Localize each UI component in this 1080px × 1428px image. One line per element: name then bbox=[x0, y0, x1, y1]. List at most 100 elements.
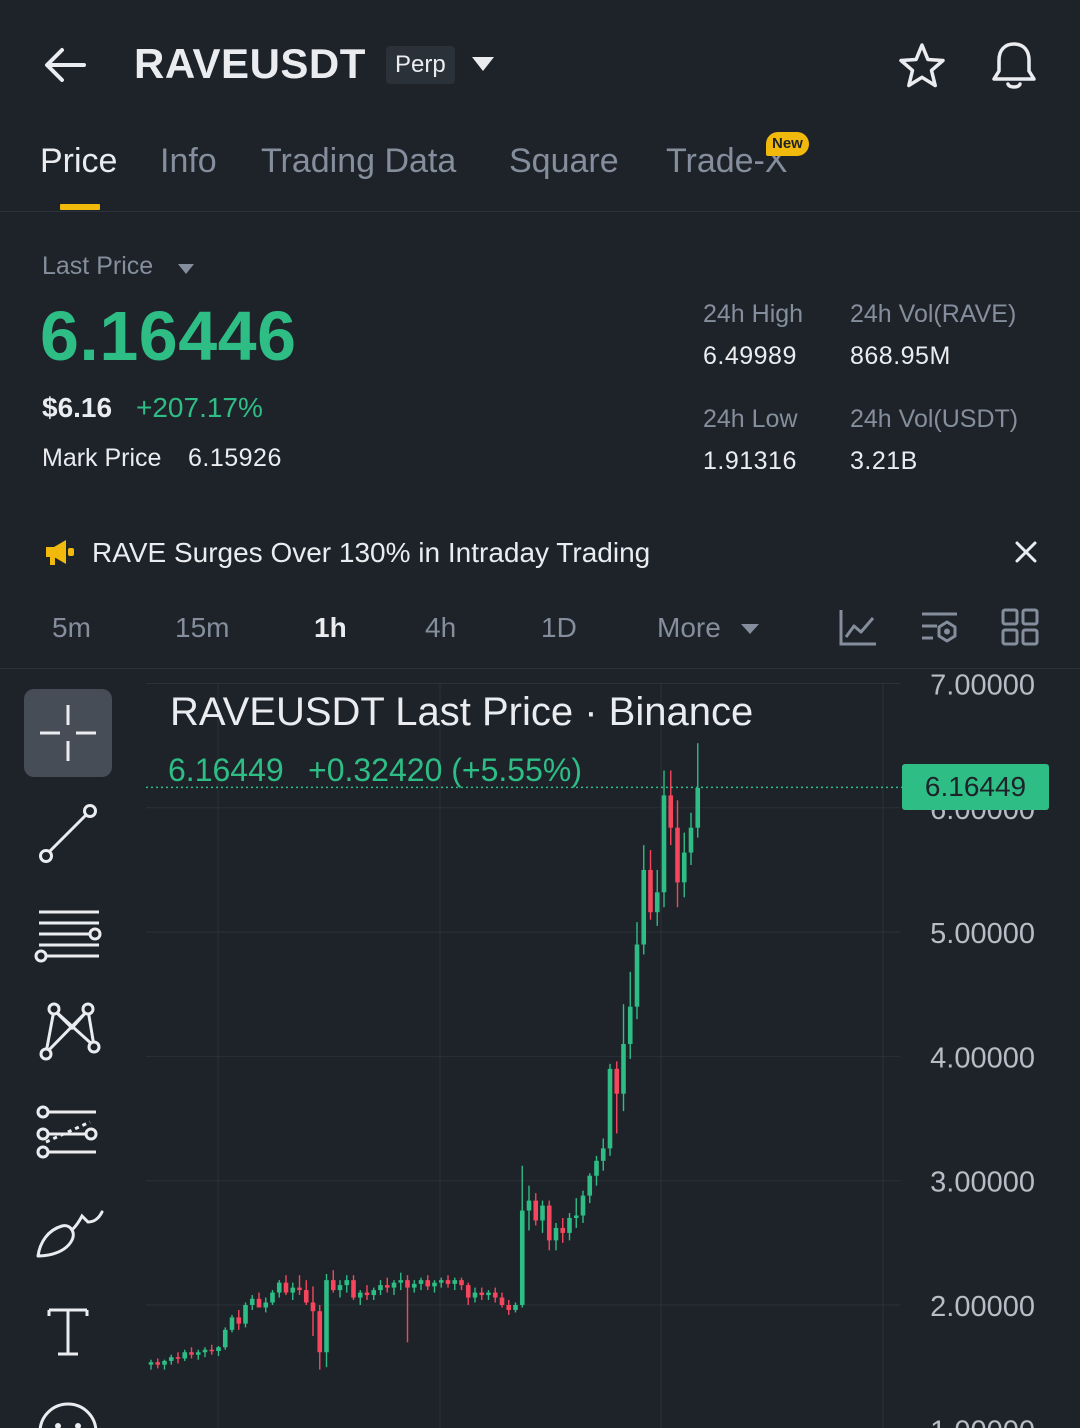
candle-body bbox=[445, 1280, 451, 1284]
candle-body bbox=[256, 1298, 262, 1308]
candle-body bbox=[432, 1282, 437, 1287]
star-icon[interactable] bbox=[896, 40, 948, 92]
candle-body bbox=[513, 1305, 518, 1310]
chart-legend-change: +0.32420 (+5.55%) bbox=[308, 752, 582, 788]
candle-body bbox=[371, 1290, 377, 1296]
interval-1h[interactable]: 1h bbox=[314, 612, 347, 644]
candle-body bbox=[216, 1347, 221, 1351]
candle-body bbox=[634, 944, 640, 1007]
last-price-selector[interactable]: Last Price bbox=[42, 252, 153, 281]
candle-body bbox=[526, 1200, 532, 1211]
vol-base-label: 24h Vol(RAVE) bbox=[850, 300, 1017, 328]
candle-body bbox=[222, 1329, 228, 1348]
candle-body bbox=[425, 1280, 431, 1287]
candle-body bbox=[236, 1317, 242, 1324]
candle-body bbox=[600, 1148, 606, 1161]
close-icon[interactable] bbox=[1012, 538, 1040, 566]
candle-body bbox=[162, 1360, 167, 1365]
interval-15m[interactable]: 15m bbox=[175, 612, 229, 644]
crosshair-tool-icon[interactable] bbox=[24, 689, 112, 777]
candle-body bbox=[283, 1282, 289, 1293]
candle-body bbox=[330, 1280, 336, 1291]
candle-body bbox=[317, 1311, 323, 1353]
trend-line-tool-icon[interactable] bbox=[24, 790, 112, 878]
pair-title[interactable]: RAVEUSDT bbox=[134, 40, 366, 88]
candle-body bbox=[681, 852, 687, 883]
candle-body bbox=[411, 1283, 417, 1288]
candle-body bbox=[654, 892, 660, 913]
caret-down-icon[interactable] bbox=[740, 622, 760, 634]
candle-body bbox=[398, 1280, 404, 1283]
vol-quote-value: 3.21B bbox=[850, 447, 918, 475]
high-24h-value: 6.49989 bbox=[703, 342, 797, 370]
mark-price-value: 6.15926 bbox=[188, 444, 282, 472]
tab-info[interactable]: Info bbox=[160, 142, 217, 181]
candle-body bbox=[344, 1280, 350, 1286]
candle-body bbox=[675, 827, 680, 883]
emoji-tool-icon[interactable] bbox=[24, 1386, 112, 1428]
candle-body bbox=[486, 1292, 491, 1296]
candle-body bbox=[641, 869, 647, 945]
candle-body bbox=[405, 1280, 410, 1288]
top-bar: RAVEUSDT Perp bbox=[0, 0, 1080, 130]
candle-body bbox=[155, 1362, 161, 1365]
candle-body bbox=[519, 1210, 525, 1305]
candle-body bbox=[479, 1292, 485, 1296]
layout-grid-icon[interactable] bbox=[1000, 606, 1040, 648]
y-tick-label: 1.00000 bbox=[930, 1415, 1035, 1428]
low-24h-value: 1.91316 bbox=[703, 447, 797, 475]
candle-body bbox=[573, 1215, 579, 1218]
chart-legend-close: 6.16449 bbox=[168, 752, 284, 788]
candle-body bbox=[465, 1285, 471, 1298]
candle-body bbox=[378, 1285, 383, 1291]
candle-body bbox=[553, 1227, 559, 1241]
interval-1d[interactable]: 1D bbox=[541, 612, 577, 644]
main-tabs: Price Info Trading Data Square Trade-X bbox=[0, 130, 1080, 212]
bell-icon[interactable] bbox=[988, 38, 1040, 92]
candle-body bbox=[587, 1175, 593, 1196]
interval-4h[interactable]: 4h bbox=[425, 612, 456, 644]
caret-down-icon[interactable] bbox=[178, 261, 194, 274]
indicator-chart-icon[interactable] bbox=[838, 606, 878, 648]
candle-body bbox=[567, 1217, 572, 1233]
megaphone-icon bbox=[44, 536, 76, 568]
y-tick-label: 7.00000 bbox=[930, 670, 1035, 702]
tab-price[interactable]: Price bbox=[40, 142, 117, 181]
chart-settings-icon[interactable] bbox=[919, 606, 959, 648]
tab-trading-data[interactable]: Trading Data bbox=[261, 142, 456, 181]
caret-down-icon[interactable] bbox=[470, 54, 496, 74]
candle-body bbox=[472, 1292, 478, 1298]
tab-square[interactable]: Square bbox=[509, 142, 619, 181]
interval-5m[interactable]: 5m bbox=[52, 612, 91, 644]
back-arrow-icon[interactable] bbox=[40, 40, 90, 90]
candle-body bbox=[499, 1297, 505, 1305]
projection-tool-icon[interactable] bbox=[24, 1090, 112, 1178]
vol-base-value: 868.95M bbox=[850, 342, 951, 370]
candle-body bbox=[189, 1352, 194, 1355]
brush-tool-icon[interactable] bbox=[24, 1190, 112, 1278]
last-price-tag: 6.16449 bbox=[902, 764, 1049, 810]
candle-body bbox=[580, 1195, 586, 1216]
candle-body bbox=[290, 1287, 296, 1293]
news-headline[interactable]: RAVE Surges Over 130% in Intraday Tradin… bbox=[92, 537, 650, 569]
candle-body bbox=[533, 1200, 539, 1221]
y-tick-label: 4.00000 bbox=[930, 1042, 1035, 1074]
pattern-tool-icon[interactable] bbox=[24, 988, 112, 1076]
candle-body bbox=[243, 1305, 248, 1324]
candle-body bbox=[202, 1349, 208, 1353]
y-tick-label: 3.00000 bbox=[930, 1167, 1035, 1199]
candle-body bbox=[668, 795, 674, 828]
candle-body bbox=[168, 1357, 174, 1361]
candle-body bbox=[688, 827, 694, 853]
candle-body bbox=[492, 1292, 498, 1298]
candle-body bbox=[175, 1357, 181, 1359]
candle-body bbox=[540, 1205, 545, 1221]
text-tool-icon[interactable] bbox=[24, 1288, 112, 1376]
candle-body bbox=[607, 1068, 613, 1149]
candle-body bbox=[337, 1285, 343, 1291]
interval-more[interactable]: More bbox=[657, 612, 721, 644]
candle-body bbox=[310, 1302, 316, 1312]
candle-body bbox=[560, 1227, 566, 1233]
perp-badge: Perp bbox=[386, 46, 455, 84]
fib-retracement-tool-icon[interactable] bbox=[24, 890, 112, 978]
